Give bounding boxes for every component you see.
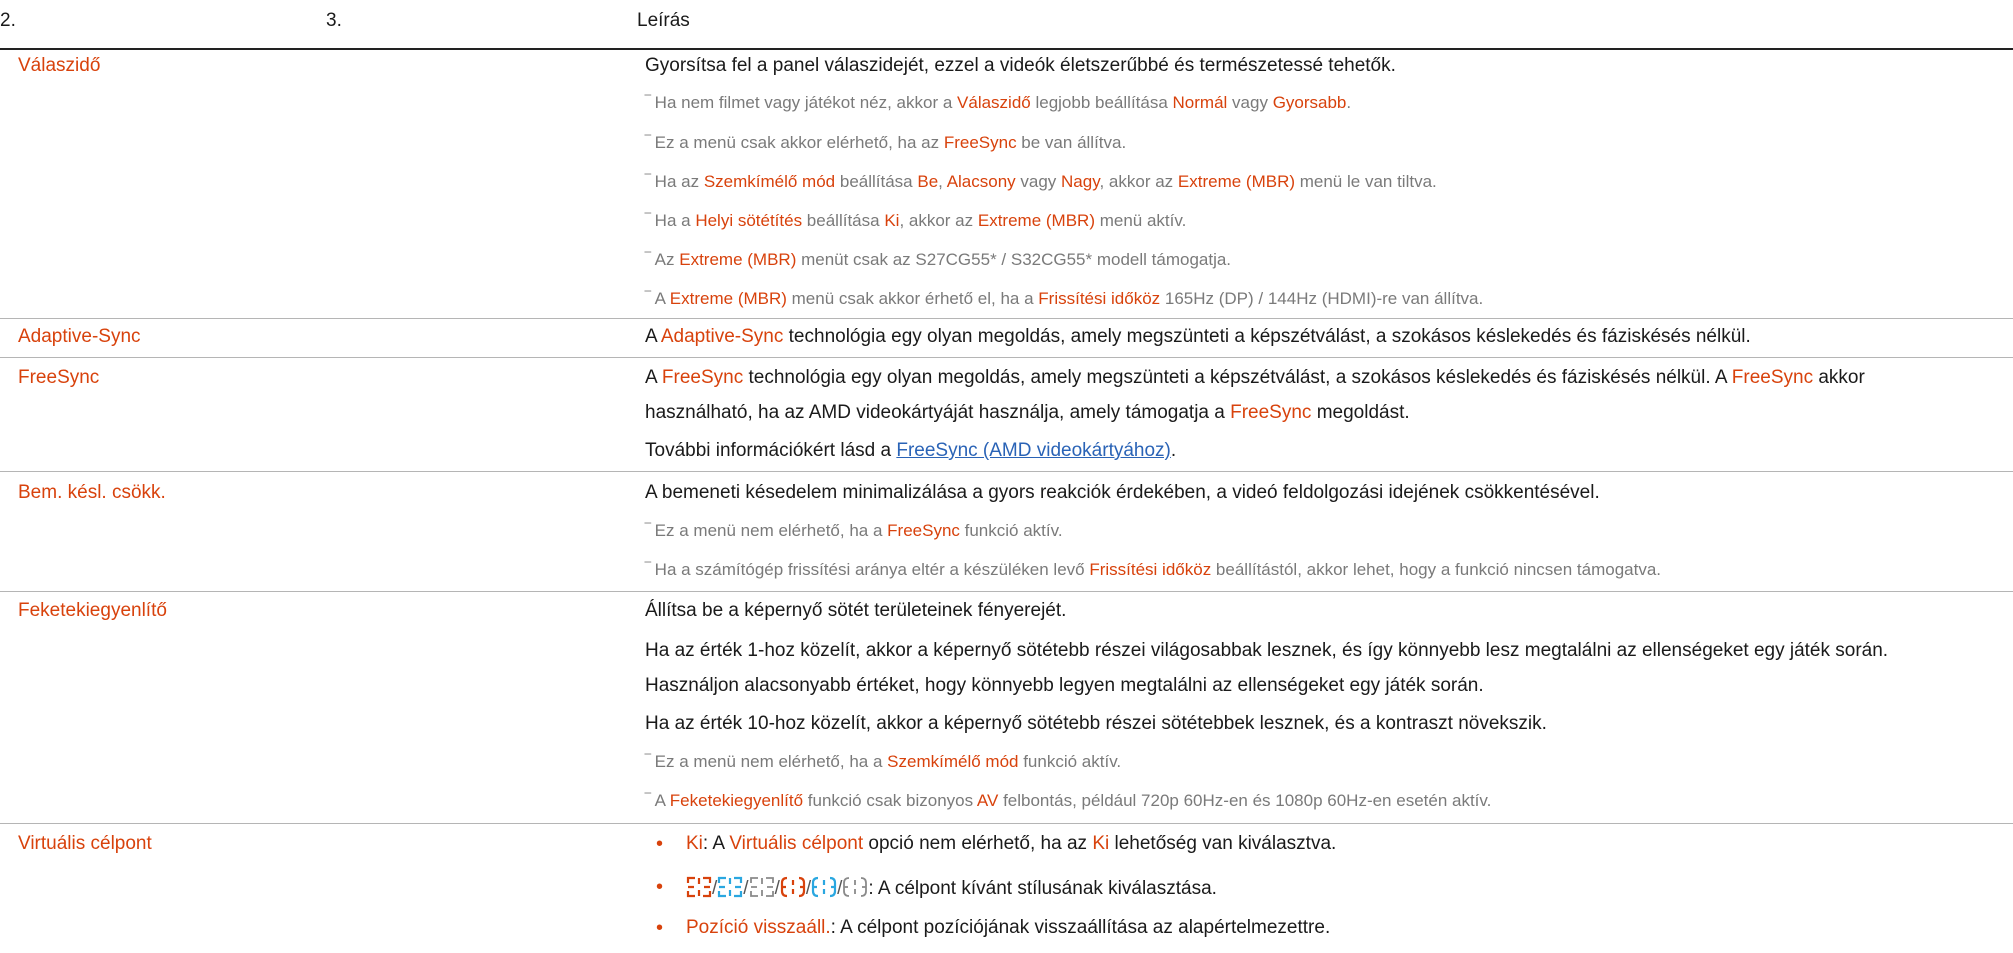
crosshair-style-4-icon — [780, 876, 805, 898]
header-rule — [0, 48, 2013, 50]
valaszido-note-6: ‾ A Extreme (MBR) menü csak akkor érhető … — [645, 289, 1484, 308]
row-divider — [0, 357, 2013, 358]
crosshair-style-3-icon — [749, 877, 774, 897]
valaszido-note-4: ‾ Ha a Helyi sötétítés beállítása Ki, akk… — [645, 211, 1187, 230]
valaszido-note-2: ‾ Ez a menü csak akkor elérhető, ha az Fr… — [645, 133, 1127, 152]
bem-note-1: ‾ Ez a menü nem elérhető, ha a FreeSync f… — [645, 521, 1063, 540]
valaszido-note-1: ‾ Ha nem filmet vagy játékot néz, akkor a… — [645, 93, 1352, 112]
crosshair-style-5-icon — [812, 876, 837, 898]
term-valaszido: Válaszidő — [18, 55, 101, 76]
term-adaptive-sync: Adaptive-Sync — [18, 326, 141, 347]
valaszido-description: Gyorsítsa fel a panel válaszidejét, ezze… — [645, 55, 1396, 76]
bem-note-2: ‾ Ha a számítógép frissítési aránya eltér… — [645, 560, 1662, 579]
term-freesync: FreeSync — [18, 367, 100, 388]
row-divider — [0, 471, 2013, 472]
virtualis-bullet-reset: • Pozíció visszaáll.: A célpont pozíciójá… — [656, 917, 1331, 939]
virtualis-bullet-styles: • / / / / /: A célpont kívánt stílusána… — [656, 876, 1217, 899]
valaszido-note-3: ‾ Ha az Szemkímélő mód beállítása Be, Ala… — [645, 172, 1437, 191]
row-divider — [0, 823, 2013, 824]
freesync-more-info: További információkért lásd a FreeSync (… — [645, 440, 1177, 461]
valaszido-note-5: ‾ Az Extreme (MBR) menüt csak az S27CG55*… — [645, 250, 1232, 269]
document-page: 2. 3. Leírás Válaszidő Gyorsítsa fel a p… — [0, 0, 2013, 953]
crosshair-style-2-icon — [718, 876, 743, 898]
freesync-description-line-2: használható, ha az AMD videokártyáját ha… — [645, 402, 1410, 423]
term-feketekiegyenlito: Feketekiegyenlítő — [18, 600, 167, 621]
adaptive-sync-description: A Adaptive-Sync technológia egy olyan me… — [645, 326, 1751, 347]
row-divider — [0, 591, 2013, 592]
fekete-line-1: Állítsa be a képernyő sötét területeinek… — [645, 600, 1067, 621]
fekete-note-1: ‾ Ez a menü nem elérhető, ha a Szemkímélő… — [645, 752, 1122, 771]
fekete-line-2: Ha az érték 1-hoz közelít, akkor a képer… — [645, 640, 1889, 661]
column-header-description: Leírás — [637, 10, 690, 31]
fekete-line-3: Használjon alacsonyabb értéket, hogy kön… — [645, 675, 1484, 696]
freesync-amd-link[interactable]: FreeSync (AMD videokártyához) — [896, 440, 1171, 461]
crosshair-style-1-icon — [686, 876, 712, 898]
fekete-line-4: Ha az érték 10-hoz közelít, akkor a képe… — [645, 713, 1547, 734]
column-header-3: 3. — [326, 10, 342, 31]
term-bem-kesl-csokk: Bem. késl. csökk. — [18, 482, 166, 503]
fekete-note-2: ‾ A Feketekiegyenlítő funkció csak bizony… — [645, 791, 1492, 810]
virtualis-bullet-off: • Ki: A Virtuális célpont opció nem elérh… — [656, 833, 1337, 855]
term-virtualis-celpont: Virtuális célpont — [18, 833, 152, 854]
bem-description: A bemeneti késedelem minimalizálása a gy… — [645, 482, 1600, 503]
column-header-2: 2. — [0, 10, 16, 31]
crosshair-style-6-icon — [843, 877, 868, 897]
row-divider — [0, 318, 2013, 319]
freesync-description-line-1: A FreeSync technológia egy olyan megoldá… — [645, 367, 1865, 388]
